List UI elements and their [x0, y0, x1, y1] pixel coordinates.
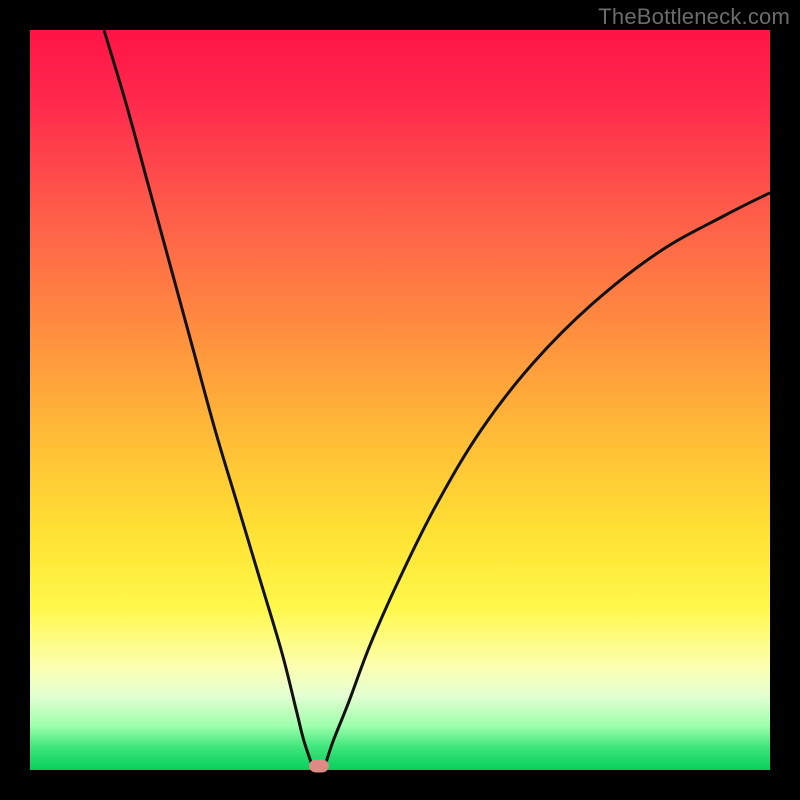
curve-right-branch	[326, 193, 770, 763]
chart-frame: TheBottleneck.com	[0, 0, 800, 800]
watermark-text: TheBottleneck.com	[598, 4, 790, 30]
bottleneck-curve	[30, 30, 770, 770]
balance-marker	[309, 760, 329, 773]
plot-area	[30, 30, 770, 770]
curve-left-branch	[104, 30, 311, 763]
